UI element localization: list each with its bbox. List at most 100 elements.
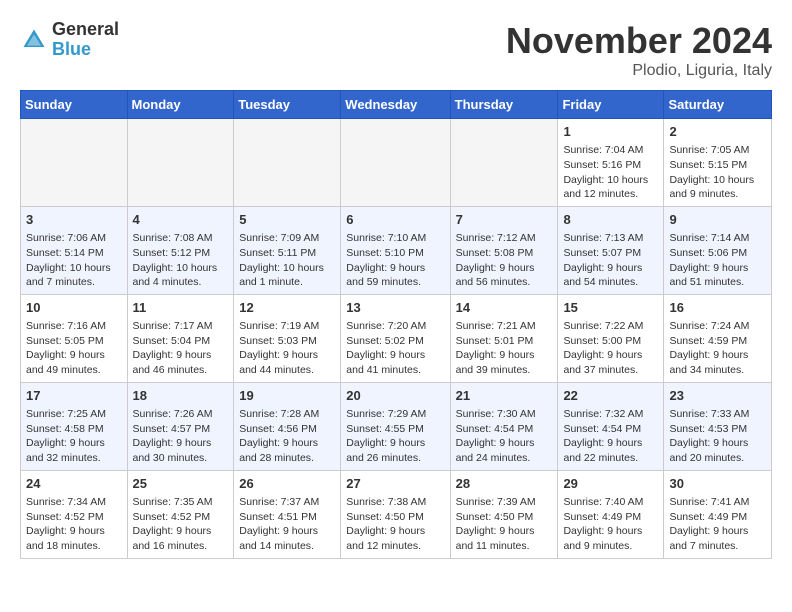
page-header: General Blue November 2024 Plodio, Ligur… — [20, 20, 772, 80]
logo: General Blue — [20, 20, 119, 60]
day-info: Sunrise: 7:24 AM Sunset: 4:59 PM Dayligh… — [669, 319, 766, 378]
calendar-cell: 17 Sunrise: 7:25 AM Sunset: 4:58 PM Dayli… — [21, 382, 128, 470]
calendar-cell: 2Sunrise: 7:05 AM Sunset: 5:15 PM Daylig… — [664, 119, 772, 207]
calendar-week-row: 10 Sunrise: 7:16 AM Sunset: 5:05 PM Dayli… — [21, 294, 772, 382]
calendar-cell: 8 Sunrise: 7:13 AM Sunset: 5:07 PM Daylig… — [558, 206, 664, 294]
day-number: 20 — [346, 387, 444, 405]
weekday-header: Sunday — [21, 91, 128, 119]
weekday-header: Friday — [558, 91, 664, 119]
location: Plodio, Liguria, Italy — [506, 62, 772, 80]
calendar-week-row: 3 Sunrise: 7:06 AM Sunset: 5:14 PM Daylig… — [21, 206, 772, 294]
calendar-table: SundayMondayTuesdayWednesdayThursdayFrid… — [20, 90, 772, 559]
day-info: Sunrise: 7:09 AM Sunset: 5:11 PM Dayligh… — [239, 231, 335, 290]
calendar-cell — [341, 119, 450, 207]
calendar-cell: 24Sunrise: 7:34 AM Sunset: 4:52 PM Dayli… — [21, 470, 128, 558]
calendar-cell: 20 Sunrise: 7:29 AM Sunset: 4:55 PM Dayli… — [341, 382, 450, 470]
logo-line1: General — [52, 20, 119, 40]
calendar-cell — [127, 119, 234, 207]
calendar-header-row: SundayMondayTuesdayWednesdayThursdayFrid… — [21, 91, 772, 119]
day-info: Sunrise: 7:10 AM Sunset: 5:10 PM Dayligh… — [346, 231, 444, 290]
day-number: 27 — [346, 475, 444, 493]
calendar-week-row: 17 Sunrise: 7:25 AM Sunset: 4:58 PM Dayli… — [21, 382, 772, 470]
day-info: Sunrise: 7:28 AM Sunset: 4:56 PM Dayligh… — [239, 407, 335, 466]
day-info: Sunrise: 7:38 AM Sunset: 4:50 PM Dayligh… — [346, 495, 444, 554]
calendar-week-row: 1Sunrise: 7:04 AM Sunset: 5:16 PM Daylig… — [21, 119, 772, 207]
calendar-cell: 10 Sunrise: 7:16 AM Sunset: 5:05 PM Dayli… — [21, 294, 128, 382]
calendar-cell: 15 Sunrise: 7:22 AM Sunset: 5:00 PM Dayli… — [558, 294, 664, 382]
day-number: 11 — [133, 299, 229, 317]
calendar-cell: 7 Sunrise: 7:12 AM Sunset: 5:08 PM Daylig… — [450, 206, 558, 294]
day-number: 22 — [563, 387, 658, 405]
day-info: Sunrise: 7:40 AM Sunset: 4:49 PM Dayligh… — [563, 495, 658, 554]
weekday-header: Thursday — [450, 91, 558, 119]
weekday-header: Monday — [127, 91, 234, 119]
day-info: Sunrise: 7:20 AM Sunset: 5:02 PM Dayligh… — [346, 319, 444, 378]
day-number: 16 — [669, 299, 766, 317]
day-number: 15 — [563, 299, 658, 317]
day-number: 24 — [26, 475, 122, 493]
weekday-header: Saturday — [664, 91, 772, 119]
day-info: Sunrise: 7:33 AM Sunset: 4:53 PM Dayligh… — [669, 407, 766, 466]
day-info: Sunrise: 7:30 AM Sunset: 4:54 PM Dayligh… — [456, 407, 553, 466]
day-info: Sunrise: 7:04 AM Sunset: 5:16 PM Dayligh… — [563, 143, 658, 202]
calendar-cell — [234, 119, 341, 207]
day-number: 6 — [346, 211, 444, 229]
day-info: Sunrise: 7:32 AM Sunset: 4:54 PM Dayligh… — [563, 407, 658, 466]
calendar-cell: 6 Sunrise: 7:10 AM Sunset: 5:10 PM Daylig… — [341, 206, 450, 294]
calendar-cell: 27 Sunrise: 7:38 AM Sunset: 4:50 PM Dayli… — [341, 470, 450, 558]
calendar-cell: 28Sunrise: 7:39 AM Sunset: 4:50 PM Dayli… — [450, 470, 558, 558]
calendar-cell: 23 Sunrise: 7:33 AM Sunset: 4:53 PM Dayli… — [664, 382, 772, 470]
day-number: 28 — [456, 475, 553, 493]
month-title: November 2024 — [506, 20, 772, 62]
calendar-cell — [21, 119, 128, 207]
day-info: Sunrise: 7:13 AM Sunset: 5:07 PM Dayligh… — [563, 231, 658, 290]
calendar-cell: 1Sunrise: 7:04 AM Sunset: 5:16 PM Daylig… — [558, 119, 664, 207]
day-number: 18 — [133, 387, 229, 405]
day-info: Sunrise: 7:16 AM Sunset: 5:05 PM Dayligh… — [26, 319, 122, 378]
calendar-week-row: 24Sunrise: 7:34 AM Sunset: 4:52 PM Dayli… — [21, 470, 772, 558]
day-number: 17 — [26, 387, 122, 405]
day-number: 8 — [563, 211, 658, 229]
calendar-cell: 12Sunrise: 7:19 AM Sunset: 5:03 PM Dayli… — [234, 294, 341, 382]
day-info: Sunrise: 7:12 AM Sunset: 5:08 PM Dayligh… — [456, 231, 553, 290]
day-number: 13 — [346, 299, 444, 317]
day-number: 10 — [26, 299, 122, 317]
day-info: Sunrise: 7:14 AM Sunset: 5:06 PM Dayligh… — [669, 231, 766, 290]
day-number: 9 — [669, 211, 766, 229]
calendar-cell: 19 Sunrise: 7:28 AM Sunset: 4:56 PM Dayli… — [234, 382, 341, 470]
day-info: Sunrise: 7:08 AM Sunset: 5:12 PM Dayligh… — [133, 231, 229, 290]
day-info: Sunrise: 7:17 AM Sunset: 5:04 PM Dayligh… — [133, 319, 229, 378]
day-info: Sunrise: 7:41 AM Sunset: 4:49 PM Dayligh… — [669, 495, 766, 554]
calendar-cell: 3 Sunrise: 7:06 AM Sunset: 5:14 PM Daylig… — [21, 206, 128, 294]
weekday-header: Wednesday — [341, 91, 450, 119]
logo-text: General Blue — [52, 20, 119, 60]
day-number: 3 — [26, 211, 122, 229]
calendar-cell: 5 Sunrise: 7:09 AM Sunset: 5:11 PM Daylig… — [234, 206, 341, 294]
day-info: Sunrise: 7:29 AM Sunset: 4:55 PM Dayligh… — [346, 407, 444, 466]
day-info: Sunrise: 7:26 AM Sunset: 4:57 PM Dayligh… — [133, 407, 229, 466]
day-number: 29 — [563, 475, 658, 493]
day-info: Sunrise: 7:22 AM Sunset: 5:00 PM Dayligh… — [563, 319, 658, 378]
logo-icon — [20, 26, 48, 54]
calendar-cell: 16 Sunrise: 7:24 AM Sunset: 4:59 PM Dayli… — [664, 294, 772, 382]
day-number: 7 — [456, 211, 553, 229]
calendar-cell: 26Sunrise: 7:37 AM Sunset: 4:51 PM Dayli… — [234, 470, 341, 558]
calendar-cell: 14Sunrise: 7:21 AM Sunset: 5:01 PM Dayli… — [450, 294, 558, 382]
day-number: 4 — [133, 211, 229, 229]
day-info: Sunrise: 7:06 AM Sunset: 5:14 PM Dayligh… — [26, 231, 122, 290]
day-number: 5 — [239, 211, 335, 229]
calendar-cell — [450, 119, 558, 207]
calendar-cell: 30Sunrise: 7:41 AM Sunset: 4:49 PM Dayli… — [664, 470, 772, 558]
calendar-cell: 25Sunrise: 7:35 AM Sunset: 4:52 PM Dayli… — [127, 470, 234, 558]
calendar-cell: 11 Sunrise: 7:17 AM Sunset: 5:04 PM Dayli… — [127, 294, 234, 382]
day-info: Sunrise: 7:25 AM Sunset: 4:58 PM Dayligh… — [26, 407, 122, 466]
day-info: Sunrise: 7:19 AM Sunset: 5:03 PM Dayligh… — [239, 319, 335, 378]
title-section: November 2024 Plodio, Liguria, Italy — [506, 20, 772, 80]
day-number: 14 — [456, 299, 553, 317]
day-number: 21 — [456, 387, 553, 405]
day-info: Sunrise: 7:35 AM Sunset: 4:52 PM Dayligh… — [133, 495, 229, 554]
weekday-header: Tuesday — [234, 91, 341, 119]
day-number: 23 — [669, 387, 766, 405]
day-number: 19 — [239, 387, 335, 405]
calendar-cell: 13 Sunrise: 7:20 AM Sunset: 5:02 PM Dayli… — [341, 294, 450, 382]
